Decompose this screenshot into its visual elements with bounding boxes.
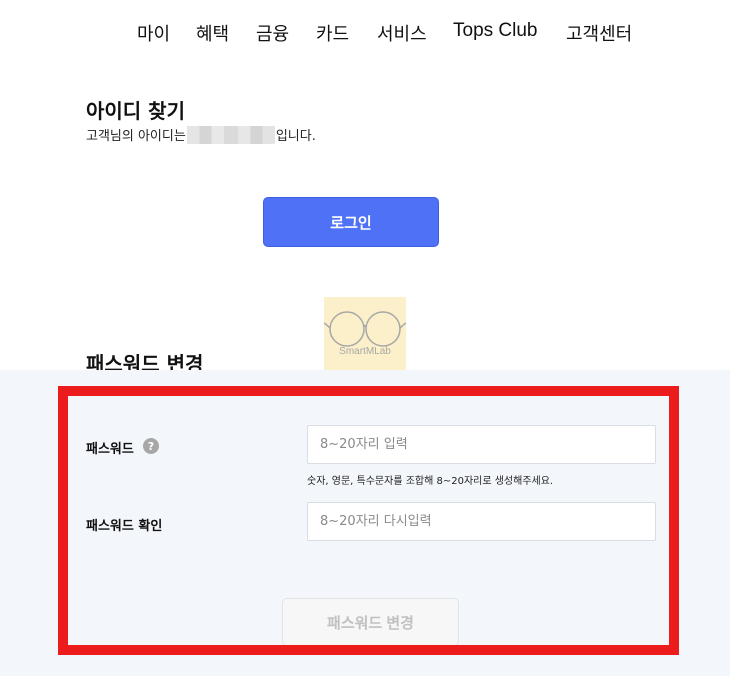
id-result-message: 고객님의 아이디는 입니다. bbox=[86, 125, 316, 144]
password-input[interactable] bbox=[307, 425, 656, 464]
watermark-text: SmartMLab bbox=[339, 346, 391, 357]
nav-item-benefits[interactable]: 혜택 bbox=[196, 20, 229, 46]
nav-item-finance[interactable]: 금융 bbox=[256, 20, 289, 46]
nav-item-tops-club[interactable]: Tops Club bbox=[453, 20, 538, 42]
glasses-icon bbox=[324, 311, 406, 347]
password-confirm-input[interactable] bbox=[307, 502, 656, 541]
question-mark-icon[interactable]: ? bbox=[143, 438, 159, 454]
nav-item-my[interactable]: 마이 bbox=[137, 20, 170, 46]
top-navigation: 마이 혜택 금융 카드 서비스 Tops Club 고객센터 bbox=[0, 16, 730, 50]
nav-item-card[interactable]: 카드 bbox=[316, 20, 349, 46]
smartmlab-watermark: SmartMLab bbox=[324, 297, 406, 377]
login-button[interactable]: 로그인 bbox=[263, 197, 439, 247]
password-guide-text: 숫자, 영문, 특수문자를 조합해 8~20자리로 생성해주세요. bbox=[307, 476, 554, 487]
id-result-suffix: 입니다. bbox=[275, 129, 316, 144]
password-label: 패스워드 bbox=[86, 442, 134, 457]
nav-item-services[interactable]: 서비스 bbox=[377, 20, 427, 46]
nav-item-customer-center[interactable]: 고객센터 bbox=[566, 20, 632, 46]
id-result-prefix: 고객님의 아이디는 bbox=[86, 129, 186, 144]
find-id-title: 아이디 찾기 bbox=[86, 99, 185, 124]
password-reset-page: 마이 혜택 금융 카드 서비스 Tops Club 고객센터 아이디 찾기 고객… bbox=[0, 0, 730, 676]
masked-user-id bbox=[186, 125, 275, 144]
password-confirm-label: 패스워드 확인 bbox=[86, 519, 163, 534]
change-password-button[interactable]: 패스워드 변경 bbox=[282, 598, 459, 646]
